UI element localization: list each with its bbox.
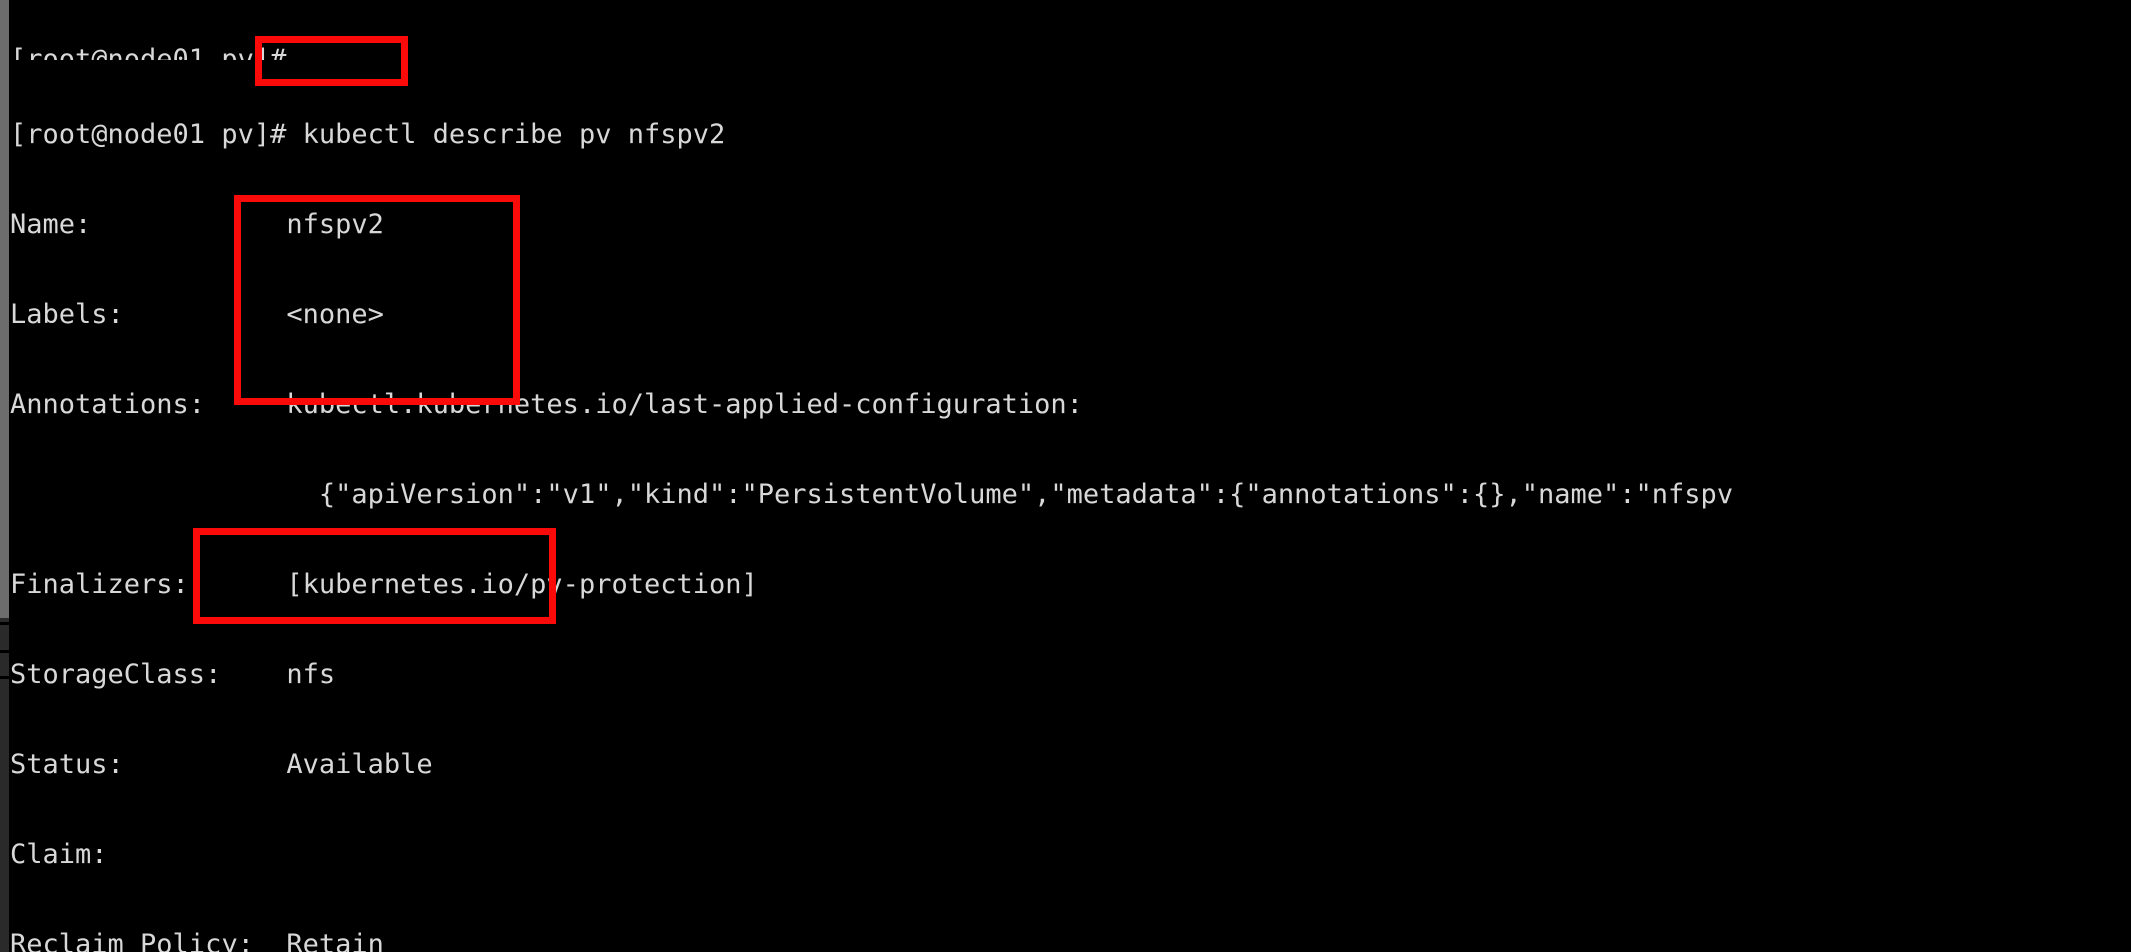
terminal-line-finalizers: Finalizers: [kubernetes.io/pv-protection… (10, 569, 758, 600)
terminal-scrollbar-thumb[interactable] (0, 0, 9, 618)
terminal-line-annotations-json: {"apiVersion":"v1","kind":"PersistentVol… (10, 479, 1734, 510)
scrollbar-notch (0, 650, 9, 653)
terminal-line-reclaim-policy: Reclaim Policy: Retain (10, 929, 384, 952)
scrollbar-notch (0, 676, 9, 679)
terminal-line-annotations: Annotations: kubectl.kubernetes.io/last-… (10, 389, 1083, 420)
terminal-line-storageclass: StorageClass: nfs (10, 659, 336, 690)
terminal-line-name: Name: nfspv2 (10, 209, 384, 240)
terminal-window[interactable]: [root@node01 pv]# [root@node01 pv]# kube… (0, 0, 2131, 952)
terminal-scrollbar[interactable] (0, 0, 9, 952)
terminal-line-labels: Labels: <none> (10, 299, 384, 330)
terminal-line-command: [root@node01 pv]# kubectl describe pv nf… (10, 119, 726, 150)
terminal-output[interactable]: [root@node01 pv]# [root@node01 pv]# kube… (10, 0, 2131, 952)
terminal-line-prompt-top: [root@node01 pv]# (10, 45, 2131, 60)
terminal-line-claim: Claim: (10, 839, 108, 870)
terminal-line-status: Status: Available (10, 749, 433, 780)
scrollbar-notch (0, 622, 9, 625)
